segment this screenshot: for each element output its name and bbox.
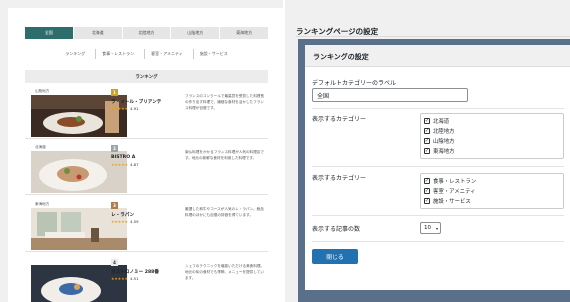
region-tab-all[interactable]: 全国	[25, 27, 73, 39]
restaurant-name[interactable]: ガストロノミー 288番	[111, 269, 159, 275]
checkbox-row-sanin[interactable]: ✓ 山陰地方	[424, 136, 560, 146]
checkbox[interactable]: ✓	[424, 148, 430, 154]
genre-category-label: 表示するカテゴリー	[312, 175, 367, 182]
ranking-item[interactable]: 4 ガストロノミー 288番 ★★★★★ 4.51 シェフのテクニックを堪能いただ…	[25, 255, 268, 302]
checkbox-label: 山陰地方	[433, 139, 455, 145]
rating-score: 4.51	[130, 276, 139, 281]
checkbox-row-hokuriku[interactable]: ✓ 北陸地方	[424, 126, 560, 136]
category-tab-ranking[interactable]: ランキング	[59, 49, 91, 59]
checkbox-label: 北海道	[433, 119, 450, 125]
star-icons: ★★★★★	[111, 106, 129, 111]
ranking-item-area: 北海道	[35, 145, 46, 149]
modal-title: ランキングの設定	[313, 53, 369, 61]
checkbox-label: 施設・サービス	[433, 199, 471, 205]
panel-divider	[283, 0, 285, 302]
category-tab-facilities[interactable]: 施設・サービス	[192, 49, 234, 59]
rank-badge: 2	[111, 145, 118, 152]
checkbox[interactable]: ✓	[424, 128, 430, 134]
rank-badge: 4	[111, 259, 118, 266]
category-tabs: ランキング 食事・レストラン 客室・アメニティ 施設・サービス	[25, 49, 268, 59]
close-button[interactable]: 閉じる	[312, 249, 358, 264]
region-tab-tokai[interactable]: 東海地方	[220, 27, 268, 39]
restaurant-name[interactable]: BISTRO A	[111, 155, 135, 160]
divider	[312, 215, 564, 216]
divider	[312, 241, 564, 242]
region-checkbox-list: ✓ 北海道 ✓ 北陸地方 ✓ 山陰地方 ✓ 東海地方	[420, 113, 564, 159]
checkbox-row-dining[interactable]: ✓ 食事・レストラン	[424, 176, 560, 186]
restaurant-description: フランスのコンクールで最高賞を受賞した料理長の作り出す料理で、繊細な食材を活かし…	[185, 94, 264, 110]
ranking-item-area: 山陰地方	[35, 89, 50, 93]
post-count-label: 表示する記事の数	[312, 226, 361, 233]
default-category-label: デフォルトカテゴリーのラベル	[312, 80, 397, 87]
post-count-value: 10	[424, 225, 431, 231]
rating-score: 4.91	[130, 106, 139, 111]
checkbox[interactable]: ✓	[424, 188, 430, 194]
checkbox[interactable]: ✓	[424, 118, 430, 124]
divider	[312, 108, 564, 109]
rank-badge: 3	[111, 202, 118, 209]
region-tab-hokuriku[interactable]: 北陸地方	[122, 27, 171, 39]
restaurant-name[interactable]: ラ・メール・ブリアンテ	[111, 99, 161, 105]
default-category-input[interactable]: 全国	[312, 88, 468, 102]
rank-badge: 1	[111, 89, 118, 96]
rating-stars: ★★★★★ 4.51	[111, 276, 139, 281]
genre-checkbox-list: ✓ 食事・レストラン ✓ 客室・アメニティ ✓ 施設・サービス	[420, 173, 564, 209]
checkbox-label: 食事・レストラン	[433, 179, 477, 185]
rating-stars: ★★★★★ 4.87	[111, 162, 139, 167]
star-icons: ★★★★★	[111, 162, 129, 167]
rating-stars: ★★★★★ 4.91	[111, 106, 139, 111]
title-underline	[296, 36, 570, 37]
ranking-item[interactable]: 東海地方 3 レ・ラパン ★★★★★ 4.59 厳選した和牛やコースが人気のレ・ラ…	[25, 198, 268, 252]
checkbox-label: 北陸地方	[433, 129, 455, 135]
region-tabs: 全国 北海道 北陸地方 山陰地方 東海地方	[25, 27, 268, 39]
checkbox-row-rooms[interactable]: ✓ 客室・アメニティ	[424, 186, 560, 196]
ranking-item[interactable]: 山陰地方 1 ラ・メール・ブリアンテ ★★★★★ 4.91 フランスのコンクールで…	[25, 85, 268, 139]
checkbox-row-hokkaido[interactable]: ✓ 北海道	[424, 116, 560, 126]
category-tab-rooms[interactable]: 客室・アメニティ	[144, 49, 189, 59]
star-icons: ★★★★★	[111, 276, 129, 281]
ranking-header: ランキング	[25, 70, 268, 83]
ranking-item[interactable]: 北海道 2 BISTRO A ★★★★★ 4.87 南仏料理をかかるフランス料理が…	[25, 141, 268, 195]
restaurant-description: 厳選した和牛やコースが人気のレ・ラパン。絶品料理のほかにも自慢の評価を得ています…	[185, 207, 264, 217]
region-tab-sanin[interactable]: 山陰地方	[171, 27, 220, 39]
checkbox-label: 客室・アメニティ	[433, 189, 476, 195]
checkbox-label: 東海地方	[433, 149, 455, 155]
star-icons: ★★★★★	[111, 219, 129, 224]
region-category-label: 表示するカテゴリー	[312, 116, 367, 123]
checkbox[interactable]: ✓	[424, 138, 430, 144]
ranking-page-preview: 全国 北海道 北陸地方 山陰地方 東海地方 ランキング 食事・レストラン 客室・…	[8, 8, 283, 302]
post-count-select[interactable]: 10 ▾	[420, 222, 441, 234]
checkbox-row-facilities[interactable]: ✓ 施設・サービス	[424, 196, 560, 206]
rating-score: 4.59	[130, 219, 139, 224]
ranking-item-area: 東海地方	[35, 202, 50, 206]
checkbox[interactable]: ✓	[424, 198, 430, 204]
restaurant-description: 南仏料理をかかるフランス料理が人気の料理店です。地元の新鮮な食材を利用した料理で…	[185, 150, 264, 160]
rating-stars: ★★★★★ 4.59	[111, 219, 139, 224]
checkbox[interactable]: ✓	[424, 178, 430, 184]
divider	[312, 166, 564, 167]
chevron-down-icon: ▾	[435, 225, 438, 231]
category-tab-dining[interactable]: 食事・レストラン	[95, 49, 140, 59]
modal-header: ランキングの設定	[305, 45, 570, 67]
restaurant-description: シェフのテクニックを堪能いただける美食料理。地元の旬の食材でも季節、メニューを提…	[185, 264, 265, 280]
region-tab-hokkaido[interactable]: 北海道	[73, 27, 122, 39]
restaurant-name[interactable]: レ・ラパン	[111, 212, 134, 218]
rating-score: 4.87	[130, 162, 139, 167]
checkbox-row-tokai[interactable]: ✓ 東海地方	[424, 146, 560, 156]
